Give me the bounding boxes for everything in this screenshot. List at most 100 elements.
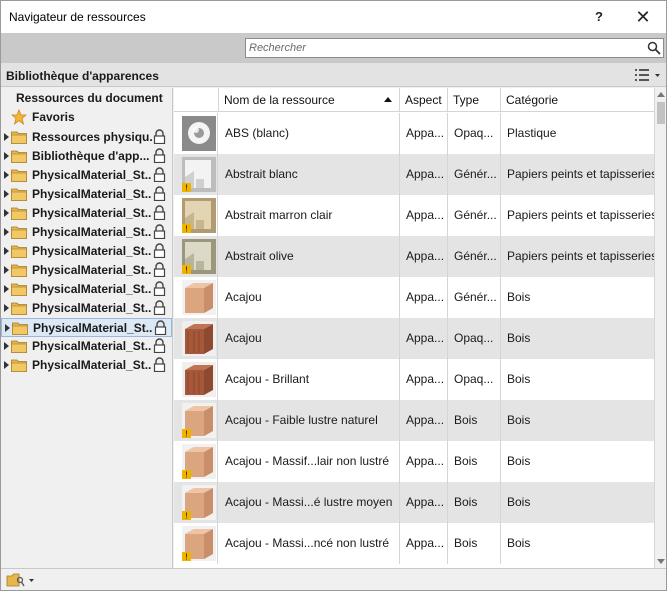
column-header-category[interactable]: Catégorie — [500, 88, 654, 112]
library-menu-icon[interactable] — [6, 572, 36, 588]
cell-type: Bois — [447, 441, 500, 482]
tree-item-label: PhysicalMaterial_St... — [33, 321, 153, 335]
cell-aspect: Appa... — [399, 523, 447, 564]
cell-name: Acajou - Massi...ncé non lustré — [225, 536, 390, 550]
thumbnail-cell — [174, 277, 218, 318]
cell-type: Bois — [447, 523, 500, 564]
tree-item-label: PhysicalMaterial_St... — [32, 301, 152, 315]
material-thumbnail: ! — [182, 157, 216, 192]
cell-aspect: Appa... — [399, 400, 447, 441]
tree-item[interactable]: Bibliothèque d'app... — [1, 147, 172, 166]
vertical-scrollbar[interactable] — [654, 88, 666, 568]
expand-arrow-icon[interactable] — [4, 361, 9, 369]
close-button[interactable]: ✕ — [625, 5, 661, 29]
table-row[interactable]: ! Abstrait olive Appa... Génér... Papiers pe… — [174, 236, 654, 277]
material-thumbnail — [182, 280, 216, 315]
cell-category: Bois — [500, 277, 654, 318]
svg-text:!: ! — [185, 184, 187, 193]
expand-arrow-icon[interactable] — [4, 285, 9, 293]
folder-icon — [11, 264, 27, 277]
table-row[interactable]: Acajou Appa... Opaq... Bois — [174, 318, 654, 359]
cell-category: Papiers peints et tapisseries — [500, 154, 654, 195]
tree-item[interactable]: PhysicalMaterial_St... — [1, 223, 172, 242]
table-row[interactable]: ! Abstrait marron clair Appa... Génér... Pap… — [174, 195, 654, 236]
cell-type: Génér... — [447, 154, 500, 195]
tree-item-label: PhysicalMaterial_St... — [32, 225, 152, 239]
scroll-thumb[interactable] — [657, 102, 665, 124]
table-row[interactable]: ! Acajou - Faible lustre naturel Appa... Bo… — [174, 400, 654, 441]
expand-arrow-icon[interactable] — [4, 228, 9, 236]
expand-arrow-icon[interactable] — [4, 266, 9, 274]
folder-icon — [11, 283, 27, 296]
folder-icon — [11, 302, 27, 315]
list-view-toggle-icon[interactable] — [634, 68, 662, 82]
tree-item[interactable]: PhysicalMaterial_St... — [1, 185, 172, 204]
tree-item[interactable]: PhysicalMaterial_St... — [1, 318, 172, 337]
scroll-up-icon[interactable] — [657, 92, 665, 97]
expand-arrow-icon[interactable] — [5, 324, 10, 332]
expand-arrow-icon[interactable] — [4, 304, 9, 312]
folder-icon — [11, 150, 27, 163]
tree-item[interactable]: PhysicalMaterial_St... — [1, 261, 172, 280]
cell-name: Acajou — [225, 331, 262, 345]
table-row[interactable]: ! Acajou - Massi...é lustre moyen Appa... B… — [174, 482, 654, 523]
svg-text:!: ! — [185, 512, 187, 521]
tree-item[interactable]: PhysicalMaterial_St... — [1, 242, 172, 261]
scroll-down-icon[interactable] — [657, 559, 665, 564]
thumbnail-cell: ! — [174, 523, 218, 564]
cell-type: Opaq... — [447, 359, 500, 400]
tree-item-label: PhysicalMaterial_St... — [32, 263, 152, 277]
table-row[interactable]: ! Acajou - Massi...ncé non lustré Appa... B… — [174, 523, 654, 564]
lock-icon — [153, 186, 166, 201]
document-resources-label[interactable]: Ressources du document — [16, 91, 163, 105]
table-row[interactable]: ! Abstrait blanc Appa... Génér... Papiers pe… — [174, 154, 654, 195]
tree-item[interactable]: PhysicalMaterial_St... — [1, 280, 172, 299]
lock-icon — [153, 262, 166, 277]
expand-arrow-icon[interactable] — [4, 190, 9, 198]
expand-arrow-icon[interactable] — [4, 209, 9, 217]
svg-text:!: ! — [185, 553, 187, 562]
lock-icon — [153, 224, 166, 239]
tree-item[interactable]: PhysicalMaterial_St... — [1, 356, 172, 375]
thumbnail-cell: ! — [174, 154, 218, 195]
help-button[interactable]: ? — [585, 5, 613, 29]
lock-icon — [153, 167, 166, 182]
search-icon[interactable] — [647, 41, 661, 55]
column-header-type[interactable]: Type — [447, 88, 500, 112]
tree-item[interactable]: PhysicalMaterial_St... — [1, 166, 172, 185]
expand-arrow-icon[interactable] — [4, 342, 9, 350]
tree-item-label: PhysicalMaterial_St... — [32, 282, 152, 296]
tree-item[interactable]: PhysicalMaterial_St... — [1, 204, 172, 223]
lock-icon — [153, 148, 166, 163]
tree-item[interactable]: Ressources physiqu... — [1, 128, 172, 147]
cell-name: Abstrait olive — [225, 249, 294, 263]
library-tree: Ressources du document Favoris Ressource… — [1, 88, 173, 568]
table-row[interactable]: ! Acajou - Massif...lair non lustré Appa..… — [174, 441, 654, 482]
column-header-aspect[interactable]: Aspect — [399, 88, 447, 112]
cell-name: Acajou - Faible lustre naturel — [225, 413, 378, 427]
expand-arrow-icon[interactable] — [4, 152, 9, 160]
cell-aspect: Appa... — [399, 195, 447, 236]
table-row[interactable]: Acajou Appa... Génér... Bois — [174, 277, 654, 318]
cell-category: Papiers peints et tapisseries — [500, 236, 654, 277]
tree-item-label: PhysicalMaterial_St... — [32, 168, 152, 182]
folder-icon — [11, 169, 27, 182]
table-header: Nom de la ressource Aspect Type Catégori… — [174, 88, 654, 112]
expand-arrow-icon[interactable] — [4, 133, 9, 141]
folder-icon — [11, 131, 27, 144]
bottom-toolbar — [1, 568, 666, 590]
search-input[interactable] — [246, 39, 641, 57]
tree-item[interactable]: PhysicalMaterial_St... — [1, 299, 172, 318]
table-row[interactable]: ABS (blanc) Appa... Opaq... Plastique — [174, 113, 654, 154]
tree-item[interactable]: PhysicalMaterial_St... — [1, 337, 172, 356]
window-title: Navigateur de ressources — [9, 10, 146, 24]
folder-icon — [11, 226, 27, 239]
expand-arrow-icon[interactable] — [4, 247, 9, 255]
table-row[interactable]: Acajou - Brillant Appa... Opaq... Bois — [174, 359, 654, 400]
lock-icon — [153, 338, 166, 353]
cell-type: Bois — [447, 400, 500, 441]
column-header-name[interactable]: Nom de la ressource — [218, 88, 399, 112]
resource-browser-window: Navigateur de ressources ? ✕ Bibliothèqu… — [0, 0, 667, 591]
expand-arrow-icon[interactable] — [4, 171, 9, 179]
tree-item-label: PhysicalMaterial_St... — [32, 244, 152, 258]
